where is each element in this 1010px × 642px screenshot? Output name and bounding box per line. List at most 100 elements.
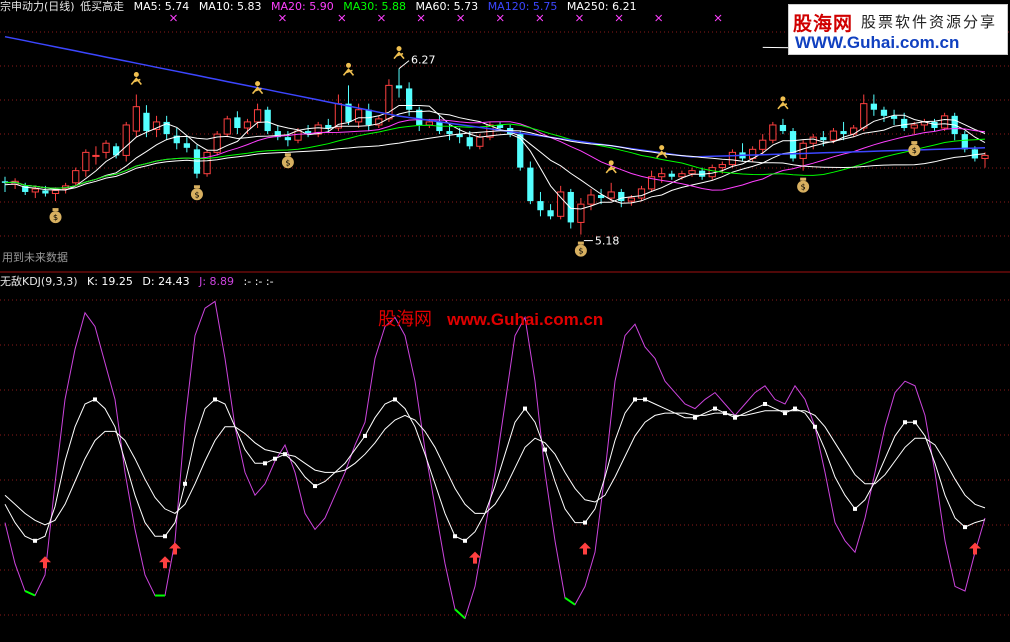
kdj-j-line — [4, 300, 986, 620]
kdj-k-dot — [263, 461, 267, 466]
ma60-value: MA60: 5.73 — [415, 0, 479, 13]
formula-name[interactable]: 低买高走 — [80, 0, 124, 13]
candle-down — [537, 201, 544, 211]
marker-cross — [655, 14, 663, 22]
future-data-note: 用到未来数据 — [2, 251, 68, 264]
kdj-k-dot — [283, 452, 287, 457]
sell-signal-icon — [780, 96, 786, 102]
kdj-k-dot — [733, 415, 737, 420]
candle-up — [243, 121, 252, 129]
candle-down — [901, 118, 908, 129]
kdj-k-dot — [453, 534, 457, 539]
candle-up — [294, 130, 302, 141]
candle-down — [395, 85, 403, 89]
candle-up — [72, 170, 80, 184]
candle-up — [354, 109, 363, 123]
sell-signal-icon — [608, 160, 614, 166]
marker-cross — [536, 14, 544, 22]
kdj-k-dot — [633, 397, 637, 402]
kdj-k-value: K: 19.25 — [87, 275, 133, 288]
candle-up — [769, 124, 777, 141]
candle-up — [627, 197, 636, 202]
kdj-j-oversold-segment — [24, 590, 36, 597]
kdj-k-dot — [763, 402, 767, 406]
money-bag-neck — [911, 141, 918, 145]
kdj-extra-values: :- :- :- — [243, 275, 274, 288]
candle-up — [132, 106, 140, 132]
money-bag-symbol: $ — [578, 247, 583, 256]
money-bag-symbol: $ — [912, 146, 917, 155]
sell-signal-icon — [255, 81, 261, 87]
candle-up — [860, 103, 868, 129]
money-bag-neck — [193, 185, 200, 189]
candle-up — [809, 136, 817, 144]
kdj-j-oversold-segment — [564, 596, 576, 606]
candle-up — [607, 191, 615, 199]
kdj-k-dot — [793, 406, 797, 411]
kdj-k-dot — [393, 397, 397, 402]
kdj-k-dot — [33, 538, 37, 543]
candle-down — [880, 109, 888, 116]
marker-cross — [279, 14, 286, 22]
kdj-k-dot — [313, 484, 317, 489]
ma10-line — [4, 110, 986, 204]
candle-up — [82, 151, 90, 172]
ma20-value: MA20: 5.90 — [271, 0, 334, 13]
kdj-k-dot — [903, 420, 907, 425]
candle-up — [223, 118, 231, 135]
kdj-k-dot — [693, 415, 697, 420]
sell-signal-icon — [133, 72, 139, 78]
high-price-label: 6.27 — [411, 54, 436, 67]
buy-arrow-icon — [579, 542, 591, 555]
watermark-name: 股海网 — [378, 309, 432, 330]
candle-down — [668, 173, 675, 177]
logo-name: 股海网 — [793, 13, 854, 35]
ma5-line — [4, 105, 986, 210]
ma250-value: MA250: 6.21 — [566, 0, 637, 13]
candle-up — [425, 121, 433, 126]
site-logo[interactable]: 股海网 股票软件资源分享 WWW.Guhai.com.cn — [788, 4, 1008, 55]
candle-up — [940, 115, 949, 129]
runner-icon — [393, 51, 405, 60]
kdj-k-dot — [713, 406, 717, 411]
candle-up — [253, 109, 262, 123]
candle-up — [658, 173, 666, 178]
kdj-j-value: J: 8.89 — [199, 275, 235, 288]
candle-up — [728, 151, 737, 166]
candle-up — [587, 194, 595, 205]
sell-signal-icon — [346, 62, 352, 68]
candle-down — [264, 109, 271, 132]
kdj-indicator-name[interactable]: 无敌KDJ(9,3,3) — [0, 275, 78, 288]
candle-down — [466, 137, 473, 147]
stock-title[interactable]: 宗申动力(日线) — [0, 0, 75, 13]
candle-down — [183, 143, 190, 148]
money-bag-symbol: $ — [53, 213, 58, 222]
candle-up — [718, 164, 726, 169]
candle-down — [284, 137, 292, 141]
kdj-k-dot — [163, 534, 167, 539]
kdj-k-dot — [183, 481, 187, 486]
kdj-k-dot — [853, 506, 857, 511]
kdj-d-line — [4, 410, 986, 526]
kdj-k-dot — [783, 411, 787, 416]
sell-signal-icon — [659, 145, 665, 151]
candle-up — [981, 154, 989, 159]
kdj-k-dot — [813, 424, 817, 429]
candle-down — [618, 191, 625, 202]
marker-cross — [338, 14, 346, 22]
kdj-k-dot — [963, 525, 967, 530]
ma30-value: MA30: 5.88 — [343, 0, 406, 13]
sell-signal-icon — [396, 46, 402, 52]
ma120-value: MA120: 5.75 — [487, 0, 558, 13]
candle-up — [759, 139, 767, 150]
candle-down — [820, 137, 827, 141]
marker-cross — [714, 14, 722, 22]
candle-up — [637, 188, 646, 199]
kdj-k-dot — [273, 456, 277, 461]
money-bag-neck — [284, 153, 291, 157]
candle-down — [961, 134, 968, 150]
marker-cross — [496, 14, 504, 22]
price-panel-header: 宗申动力(日线) 低买高走 MA5: 5.74 MA10: 5.83 MA20:… — [0, 0, 643, 14]
kdj-k-dot — [363, 433, 367, 438]
candle-down — [234, 117, 241, 129]
